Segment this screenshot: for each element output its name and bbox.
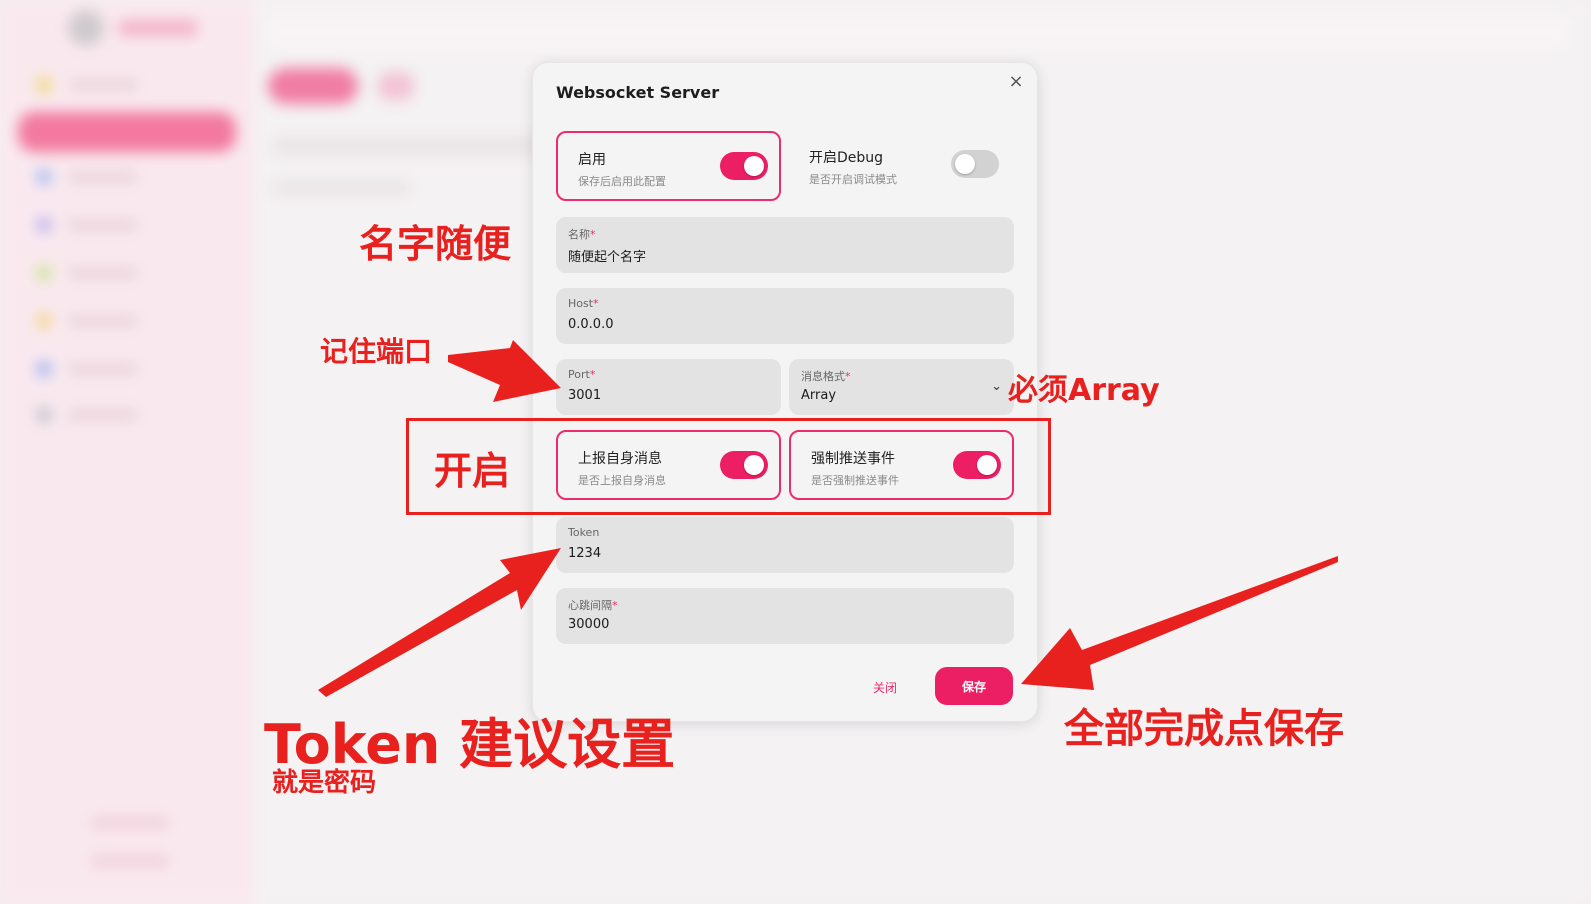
port-arrow [448, 340, 561, 402]
annotation-name-hint: 名字随便 [359, 222, 512, 266]
save-arrow [1021, 556, 1338, 690]
token-arrow [318, 548, 561, 697]
annotation-port-hint: 记住端口 [320, 335, 433, 368]
annotation-format-hint: 必须Array [1008, 373, 1160, 408]
annotation-enable-hint: 开启 [434, 449, 511, 493]
annotation-arrows [318, 340, 1338, 697]
annotation-token-sub: 就是密码 [272, 768, 377, 798]
annotation-save-hint: 全部完成点保存 [1064, 706, 1344, 752]
